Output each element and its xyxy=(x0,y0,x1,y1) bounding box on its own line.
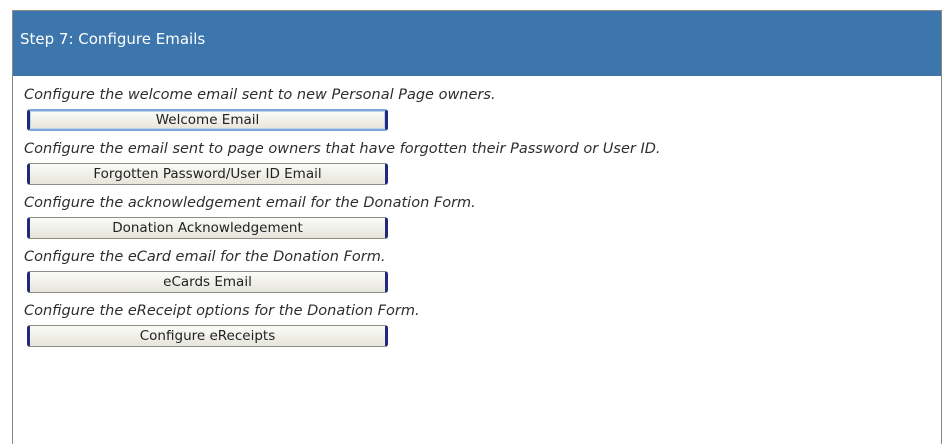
donation-acknowledgement-button[interactable]: Donation Acknowledgement xyxy=(27,217,388,239)
welcome-email-button[interactable]: Welcome Email xyxy=(27,109,388,131)
ereceipts-row: Configure eReceipts xyxy=(24,323,941,351)
configure-ereceipts-button[interactable]: Configure eReceipts xyxy=(27,325,388,347)
panel-header: Step 7: Configure Emails xyxy=(13,11,941,76)
panel-content: Configure the welcome email sent to new … xyxy=(13,76,941,351)
forgotten-password-email-button[interactable]: Forgotten Password/User ID Email xyxy=(27,163,388,185)
ecards-email-description: Configure the eCard email for the Donati… xyxy=(24,249,386,265)
welcome-email-row: Welcome Email xyxy=(24,107,941,135)
page-title: Step 7: Configure Emails xyxy=(20,30,206,48)
ereceipts-description: Configure the eReceipt options for the D… xyxy=(24,303,420,319)
forgotten-password-description: Configure the email sent to page owners … xyxy=(24,141,661,157)
welcome-email-description: Configure the welcome email sent to new … xyxy=(24,87,496,103)
donation-acknowledgement-description: Configure the acknowledgement email for … xyxy=(24,195,476,211)
ecards-email-row: eCards Email xyxy=(24,269,941,297)
configure-emails-panel: Step 7: Configure Emails Configure the w… xyxy=(12,10,942,444)
donation-acknowledgement-row: Donation Acknowledgement xyxy=(24,215,941,243)
forgotten-password-row: Forgotten Password/User ID Email xyxy=(24,161,941,189)
ecards-email-button[interactable]: eCards Email xyxy=(27,271,388,293)
